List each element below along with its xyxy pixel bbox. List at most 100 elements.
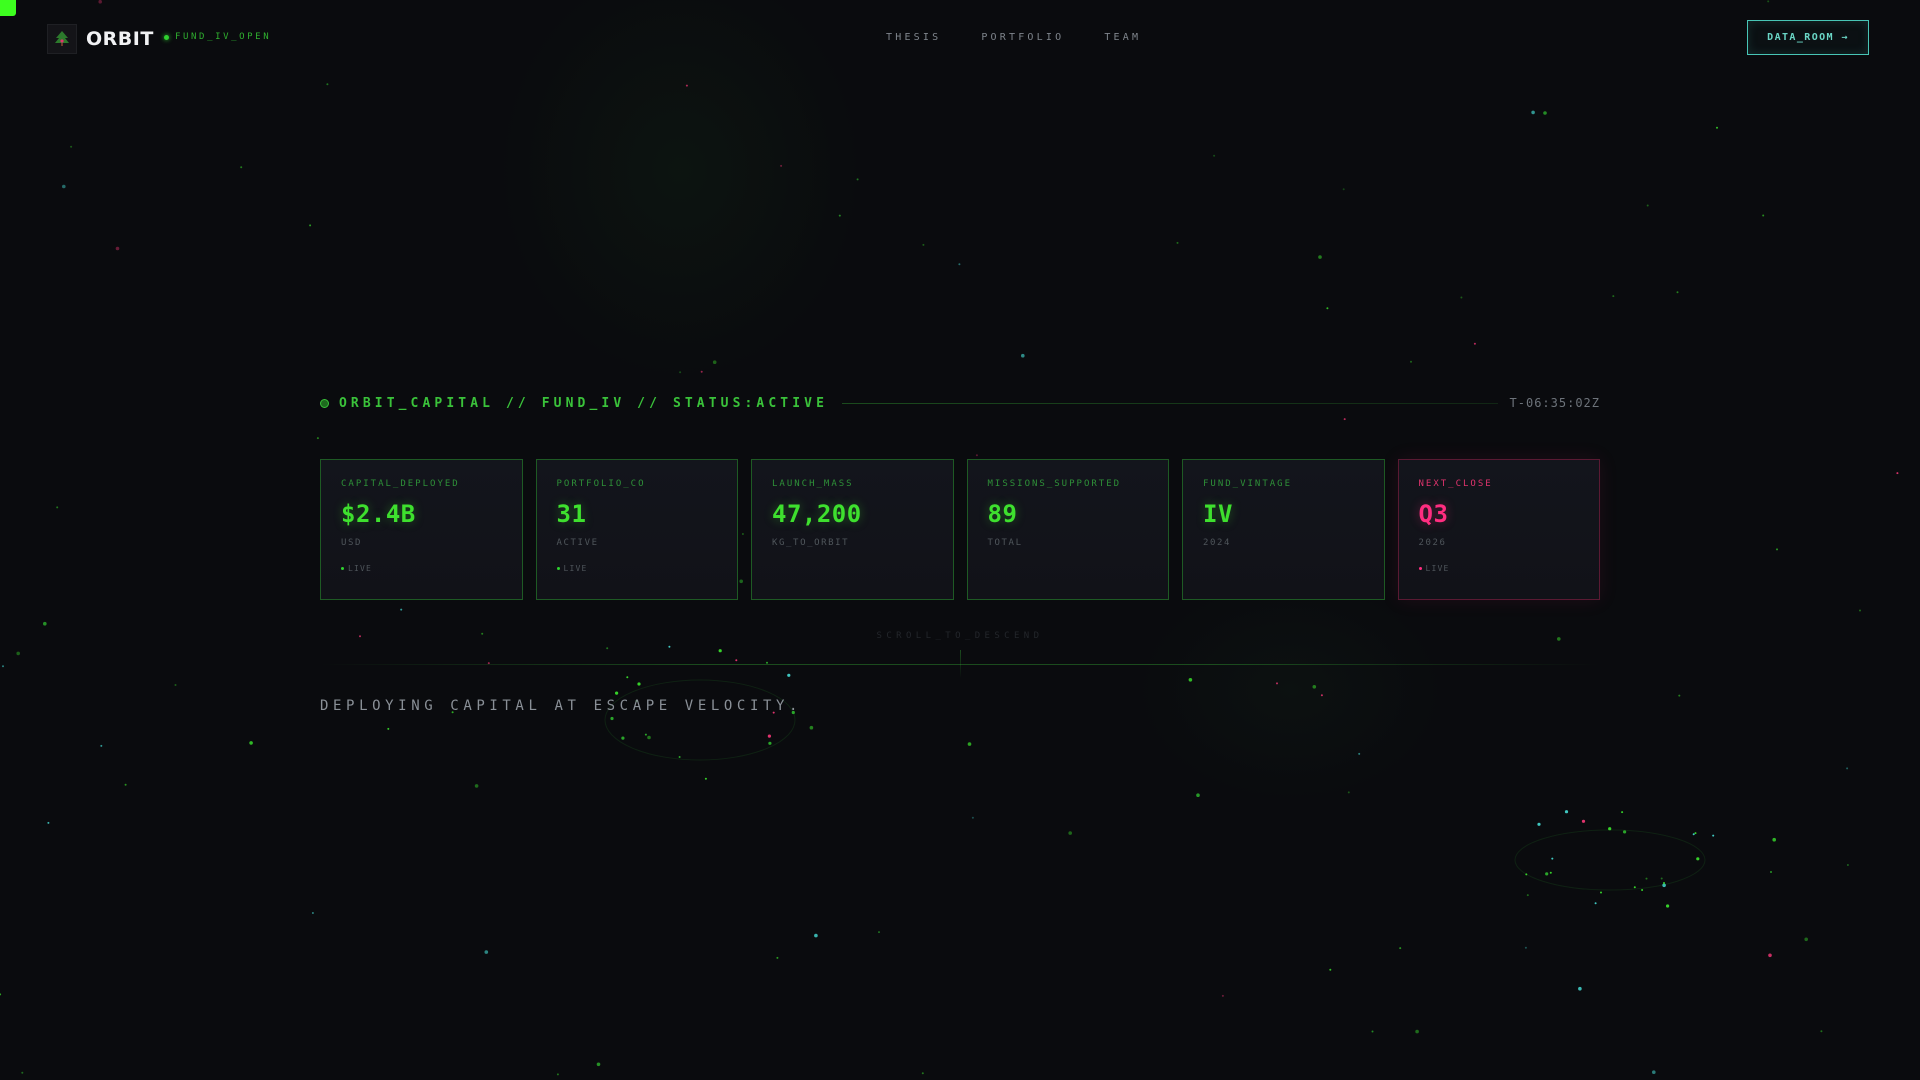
star <box>596 1062 601 1067</box>
corner-indicator <box>0 0 16 16</box>
star <box>1652 1070 1656 1074</box>
star <box>958 263 961 266</box>
star <box>1564 810 1569 814</box>
star <box>1846 864 1849 866</box>
star <box>1623 830 1627 834</box>
star <box>768 741 772 745</box>
star <box>1543 111 1547 115</box>
stat-card-next-close: NEXT_CLOSE Q3 2026 LIVE <box>1397 459 1600 600</box>
stat-unit: TOTAL <box>987 538 1023 548</box>
stat-label: NEXT_CLOSE <box>1418 479 1493 489</box>
star <box>1621 811 1624 814</box>
logo[interactable]: ORBIT <box>47 24 154 54</box>
star <box>1694 832 1697 835</box>
star <box>1594 902 1597 905</box>
star <box>1537 822 1541 826</box>
stat-card-launch-mass: LAUNCH_MASS 47,200 KG_TO_ORBIT <box>751 459 954 600</box>
stat-value: 89 <box>987 500 1018 528</box>
status-bar: ORBIT_CAPITAL // FUND_IV // STATUS:ACTIV… <box>320 394 1600 412</box>
live-dot-icon <box>556 567 560 570</box>
star <box>975 454 978 457</box>
star <box>1410 360 1412 363</box>
star <box>16 651 21 656</box>
star <box>1645 877 1648 880</box>
star <box>400 608 403 611</box>
star <box>1473 342 1476 345</box>
stat-unit: 2026 <box>1418 538 1447 548</box>
stat-label: FUND_VINTAGE <box>1203 479 1293 489</box>
star <box>668 645 671 648</box>
status-divider <box>842 402 1498 404</box>
star <box>1460 296 1463 299</box>
status-dot-icon <box>164 34 169 40</box>
star <box>481 632 484 635</box>
star <box>1526 894 1529 897</box>
star <box>1358 752 1361 755</box>
star <box>359 635 361 638</box>
star <box>814 933 818 938</box>
data-room-button[interactable]: DATA_ROOM → <box>1747 20 1869 55</box>
star <box>1608 827 1612 831</box>
stat-card-missions-supported: MISSIONS_SUPPORTED 89 TOTAL <box>966 459 1169 600</box>
star <box>1312 685 1317 689</box>
live-label: LIVE <box>1425 564 1450 573</box>
star <box>700 370 703 373</box>
stat-label: LAUNCH_MASS <box>772 479 854 489</box>
star <box>712 360 717 365</box>
star <box>1188 678 1193 682</box>
stat-value: $2.4B <box>341 500 416 528</box>
star <box>1772 837 1776 842</box>
star <box>1663 882 1665 884</box>
star <box>1342 188 1345 191</box>
nav-item-team[interactable]: TEAM <box>1104 32 1141 43</box>
star <box>971 816 974 819</box>
star <box>1343 418 1346 421</box>
star <box>115 246 120 251</box>
star <box>484 950 489 954</box>
star <box>1347 791 1350 794</box>
stat-unit: 2024 <box>1203 538 1232 548</box>
star <box>311 912 314 914</box>
star <box>1820 1030 1823 1033</box>
star <box>615 691 619 695</box>
status-timestamp: T-06:35:02Z <box>1509 396 1600 410</box>
nav-item-thesis[interactable]: THESIS <box>886 32 941 43</box>
star <box>249 741 253 745</box>
stat-value: 47,200 <box>772 500 862 528</box>
live-label: LIVE <box>348 564 373 573</box>
star <box>43 621 47 626</box>
fund-status-badge: FUND_IV_OPEN <box>164 32 271 42</box>
star <box>1762 214 1765 217</box>
star <box>1557 637 1561 641</box>
star <box>309 224 312 227</box>
star <box>704 777 707 780</box>
star <box>1770 871 1772 873</box>
star <box>780 164 783 167</box>
star <box>1600 891 1602 894</box>
star <box>1221 994 1224 997</box>
star <box>1399 947 1402 950</box>
live-indicator: LIVE <box>341 564 502 573</box>
scroll-hint[interactable]: SCROLL_TO_DESCEND <box>760 631 1160 641</box>
star <box>1612 295 1615 298</box>
star <box>326 83 329 86</box>
star <box>647 735 651 740</box>
star <box>1531 110 1535 115</box>
star <box>1581 819 1586 823</box>
nav-item-portfolio[interactable]: PORTFOLIO <box>981 32 1064 43</box>
star <box>1068 831 1072 835</box>
star <box>678 756 681 758</box>
star <box>787 673 791 677</box>
stat-card-fund-vintage: FUND_VINTAGE IV 2024 <box>1182 459 1385 600</box>
orbit-ring <box>1514 829 1706 891</box>
star <box>1776 548 1778 551</box>
stat-unit: ACTIVE <box>556 538 599 548</box>
star <box>718 649 722 653</box>
stat-value: 31 <box>556 500 587 528</box>
stat-label: MISSIONS_SUPPORTED <box>987 479 1122 489</box>
star <box>1545 872 1549 876</box>
star <box>1633 886 1636 889</box>
star <box>1767 0 1770 3</box>
star <box>967 742 972 746</box>
live-indicator: LIVE <box>1418 564 1580 573</box>
